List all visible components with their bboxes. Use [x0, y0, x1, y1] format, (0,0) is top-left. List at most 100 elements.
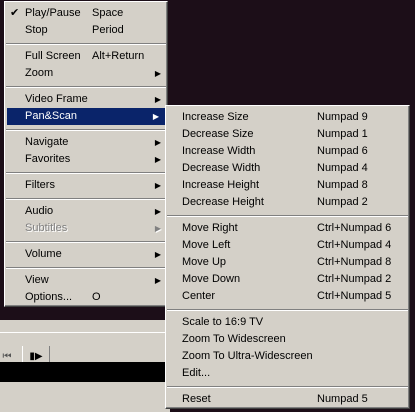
menu-item-move-right[interactable]: Move Right Ctrl+Numpad 6: [166, 220, 409, 237]
menu-item-increase-height[interactable]: Increase Height Numpad 8: [166, 177, 409, 194]
menu-item-shortcut: Numpad 1: [317, 128, 368, 140]
pan-scan-submenu: Increase Size Numpad 9 Decrease Size Numpad…: [165, 105, 410, 409]
menu-separator: [166, 382, 409, 391]
menu-item-decrease-size[interactable]: Decrease Size Numpad 1: [166, 126, 409, 143]
menu-item-label: Increase Width: [182, 145, 256, 157]
menu-item-shortcut: Ctrl+Numpad 4: [317, 239, 392, 251]
menu-item-shortcut: Ctrl+Numpad 2: [317, 273, 392, 285]
menu-item-shortcut: Numpad 5: [317, 393, 368, 405]
menu-separator: [5, 168, 167, 177]
menu-separator: [166, 211, 409, 220]
menu-item-label: Stop: [25, 24, 48, 36]
context-menu: ✔ Play/Pause Space Stop Period Full Screen Alt…: [4, 1, 168, 307]
menu-item-center[interactable]: Center Ctrl+Numpad 5: [166, 288, 409, 305]
menu-item-label: View: [25, 274, 49, 286]
menu-item-shortcut: Period: [92, 24, 124, 36]
menu-item-label: Decrease Height: [182, 196, 264, 208]
menu-item-pan-scan[interactable]: Pan&Scan ▶: [7, 108, 165, 125]
menu-item-shortcut: O: [92, 291, 101, 303]
menu-item-label: Favorites: [25, 153, 71, 165]
menu-item-label: Edit...: [182, 367, 211, 379]
menu-item-shortcut: Numpad 2: [317, 196, 368, 208]
menu-item-label: Navigate: [25, 136, 69, 148]
menu-item-label: Reset: [182, 393, 211, 405]
menu-separator: [5, 263, 167, 272]
menu-item-audio[interactable]: Audio ▶: [5, 203, 167, 220]
menu-item-shortcut: Numpad 6: [317, 145, 368, 157]
menu-item-shortcut: Alt+Return: [92, 50, 145, 62]
menu-item-filters[interactable]: Filters ▶: [5, 177, 167, 194]
menu-item-volume[interactable]: Volume ▶: [5, 246, 167, 263]
menu-item-zoom-to-widescreen[interactable]: Zoom To Widescreen: [166, 331, 409, 348]
submenu-arrow-icon: ▶: [154, 224, 161, 233]
submenu-arrow-icon: ▶: [152, 112, 159, 121]
menu-item-label: Audio: [25, 205, 54, 217]
menu-item-label: Subtitles: [25, 222, 68, 234]
checkmark-icon: ✔: [10, 7, 20, 19]
menu-item-shortcut: Numpad 4: [317, 162, 368, 174]
menu-separator: [5, 82, 167, 91]
submenu-arrow-icon: ▶: [154, 138, 161, 147]
menu-item-increase-size[interactable]: Increase Size Numpad 9: [166, 109, 409, 126]
submenu-arrow-icon: ▶: [154, 207, 161, 216]
menu-item-navigate[interactable]: Navigate ▶: [5, 134, 167, 151]
menu-item-label: Video Frame: [25, 93, 88, 105]
menu-item-options[interactable]: Options... O: [5, 289, 167, 306]
menu-separator: [5, 194, 167, 203]
menu-item-label: Zoom To Widescreen: [182, 333, 286, 345]
menu-separator: [5, 125, 167, 134]
menu-item-label: Increase Height: [182, 179, 260, 191]
menu-item-zoom-to-ultra-widescreen[interactable]: Zoom To Ultra-Widescreen: [166, 348, 409, 365]
menu-item-shortcut: Numpad 9: [317, 111, 368, 123]
menu-item-shortcut: Ctrl+Numpad 5: [317, 290, 392, 302]
submenu-arrow-icon: ▶: [154, 69, 161, 78]
menu-item-move-left[interactable]: Move Left Ctrl+Numpad 4: [166, 237, 409, 254]
menu-item-reset[interactable]: Reset Numpad 5: [166, 391, 409, 408]
player-footer: [0, 382, 170, 412]
menu-item-zoom[interactable]: Zoom ▶: [5, 65, 167, 82]
menu-item-shortcut: Ctrl+Numpad 6: [317, 222, 392, 234]
menu-item-label: Filters: [25, 179, 55, 191]
menu-item-label: Center: [182, 290, 216, 302]
menu-item-view[interactable]: View ▶: [5, 272, 167, 289]
menu-item-label: Zoom: [25, 67, 54, 79]
menu-item-shortcut: Numpad 8: [317, 179, 368, 191]
menu-item-label: Increase Size: [182, 111, 249, 123]
menu-item-scale-to-16-9-tv[interactable]: Scale to 16:9 TV: [166, 314, 409, 331]
menu-item-label: Play/Pause: [25, 7, 81, 19]
menu-item-label: Decrease Width: [182, 162, 261, 174]
status-bar: [0, 362, 170, 382]
menu-item-label: Scale to 16:9 TV: [182, 316, 264, 328]
submenu-arrow-icon: ▶: [154, 181, 161, 190]
menu-item-label: Move Down: [182, 273, 241, 285]
menu-item-full-screen[interactable]: Full Screen Alt+Return: [5, 48, 167, 65]
menu-item-favorites[interactable]: Favorites ▶: [5, 151, 167, 168]
menu-item-edit[interactable]: Edit...: [166, 365, 409, 382]
menu-item-label: Decrease Size: [182, 128, 254, 140]
menu-item-decrease-height[interactable]: Decrease Height Numpad 2: [166, 194, 409, 211]
player-controls-panel: ⏮ ▮▶: [0, 320, 170, 412]
submenu-arrow-icon: ▶: [154, 95, 161, 104]
menu-item-shortcut: Space: [92, 7, 124, 19]
submenu-arrow-icon: ▶: [154, 276, 161, 285]
menu-item-decrease-width[interactable]: Decrease Width Numpad 4: [166, 160, 409, 177]
menu-item-label: Pan&Scan: [25, 110, 77, 122]
menu-item-label: Move Right: [182, 222, 238, 234]
menu-item-video-frame[interactable]: Video Frame ▶: [5, 91, 167, 108]
menu-separator: [5, 237, 167, 246]
menu-item-move-down[interactable]: Move Down Ctrl+Numpad 2: [166, 271, 409, 288]
menu-item-increase-width[interactable]: Increase Width Numpad 6: [166, 143, 409, 160]
menu-item-subtitles: Subtitles ▶: [5, 220, 167, 237]
menu-separator: [5, 39, 167, 48]
menu-item-label: Options...: [25, 291, 73, 303]
control-toolbar: ⏮ ▮▶: [0, 332, 170, 368]
menu-item-label: Zoom To Ultra-Widescreen: [182, 350, 313, 362]
menu-item-label: Move Up: [182, 256, 227, 268]
menu-item-shortcut: Ctrl+Numpad 8: [317, 256, 392, 268]
menu-item-label: Volume: [25, 248, 62, 260]
menu-item-stop[interactable]: Stop Period: [5, 22, 167, 39]
menu-item-move-up[interactable]: Move Up Ctrl+Numpad 8: [166, 254, 409, 271]
submenu-arrow-icon: ▶: [154, 155, 161, 164]
menu-item-play-pause[interactable]: ✔ Play/Pause Space: [5, 5, 167, 22]
menu-item-label: Full Screen: [25, 50, 81, 62]
